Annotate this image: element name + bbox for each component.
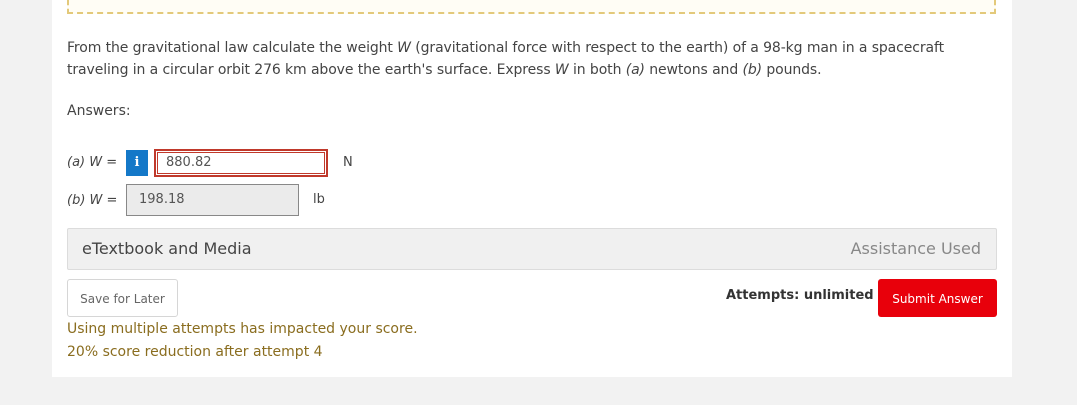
question-line-1: From the gravitational law calculate the… — [67, 40, 944, 56]
dashed-header-box — [67, 0, 996, 14]
answer-a-unit: N — [343, 155, 353, 170]
etextbook-media-bar[interactable]: eTextbook and Media Assistance Used — [67, 228, 997, 270]
answer-b-input[interactable]: 198.18 — [126, 184, 299, 216]
notice-line-2: 20% score reduction after attempt 4 — [67, 344, 323, 360]
answer-b-label: (b) W = — [67, 193, 118, 208]
notice-line-1: Using multiple attempts has impacted you… — [67, 321, 418, 337]
attempts-label: Attempts: unlimited — [726, 288, 874, 303]
answer-a-label: (a) W = — [67, 155, 118, 170]
answer-a-input[interactable]: 880.82 — [154, 149, 328, 177]
save-for-later-button[interactable]: Save for Later — [67, 279, 178, 317]
answers-label: Answers: — [67, 103, 131, 119]
attempts-notice: Using multiple attempts has impacted you… — [67, 318, 418, 364]
submit-answer-button[interactable]: Submit Answer — [878, 279, 997, 317]
etextbook-media-label: eTextbook and Media — [82, 239, 252, 258]
info-icon[interactable]: i — [126, 150, 148, 176]
answer-b-unit: lb — [313, 192, 325, 207]
assistance-used-label: Assistance Used — [850, 239, 981, 258]
question-text: From the gravitational law calculate the… — [67, 37, 967, 81]
question-line-2: traveling in a circular orbit 276 km abo… — [67, 62, 822, 78]
